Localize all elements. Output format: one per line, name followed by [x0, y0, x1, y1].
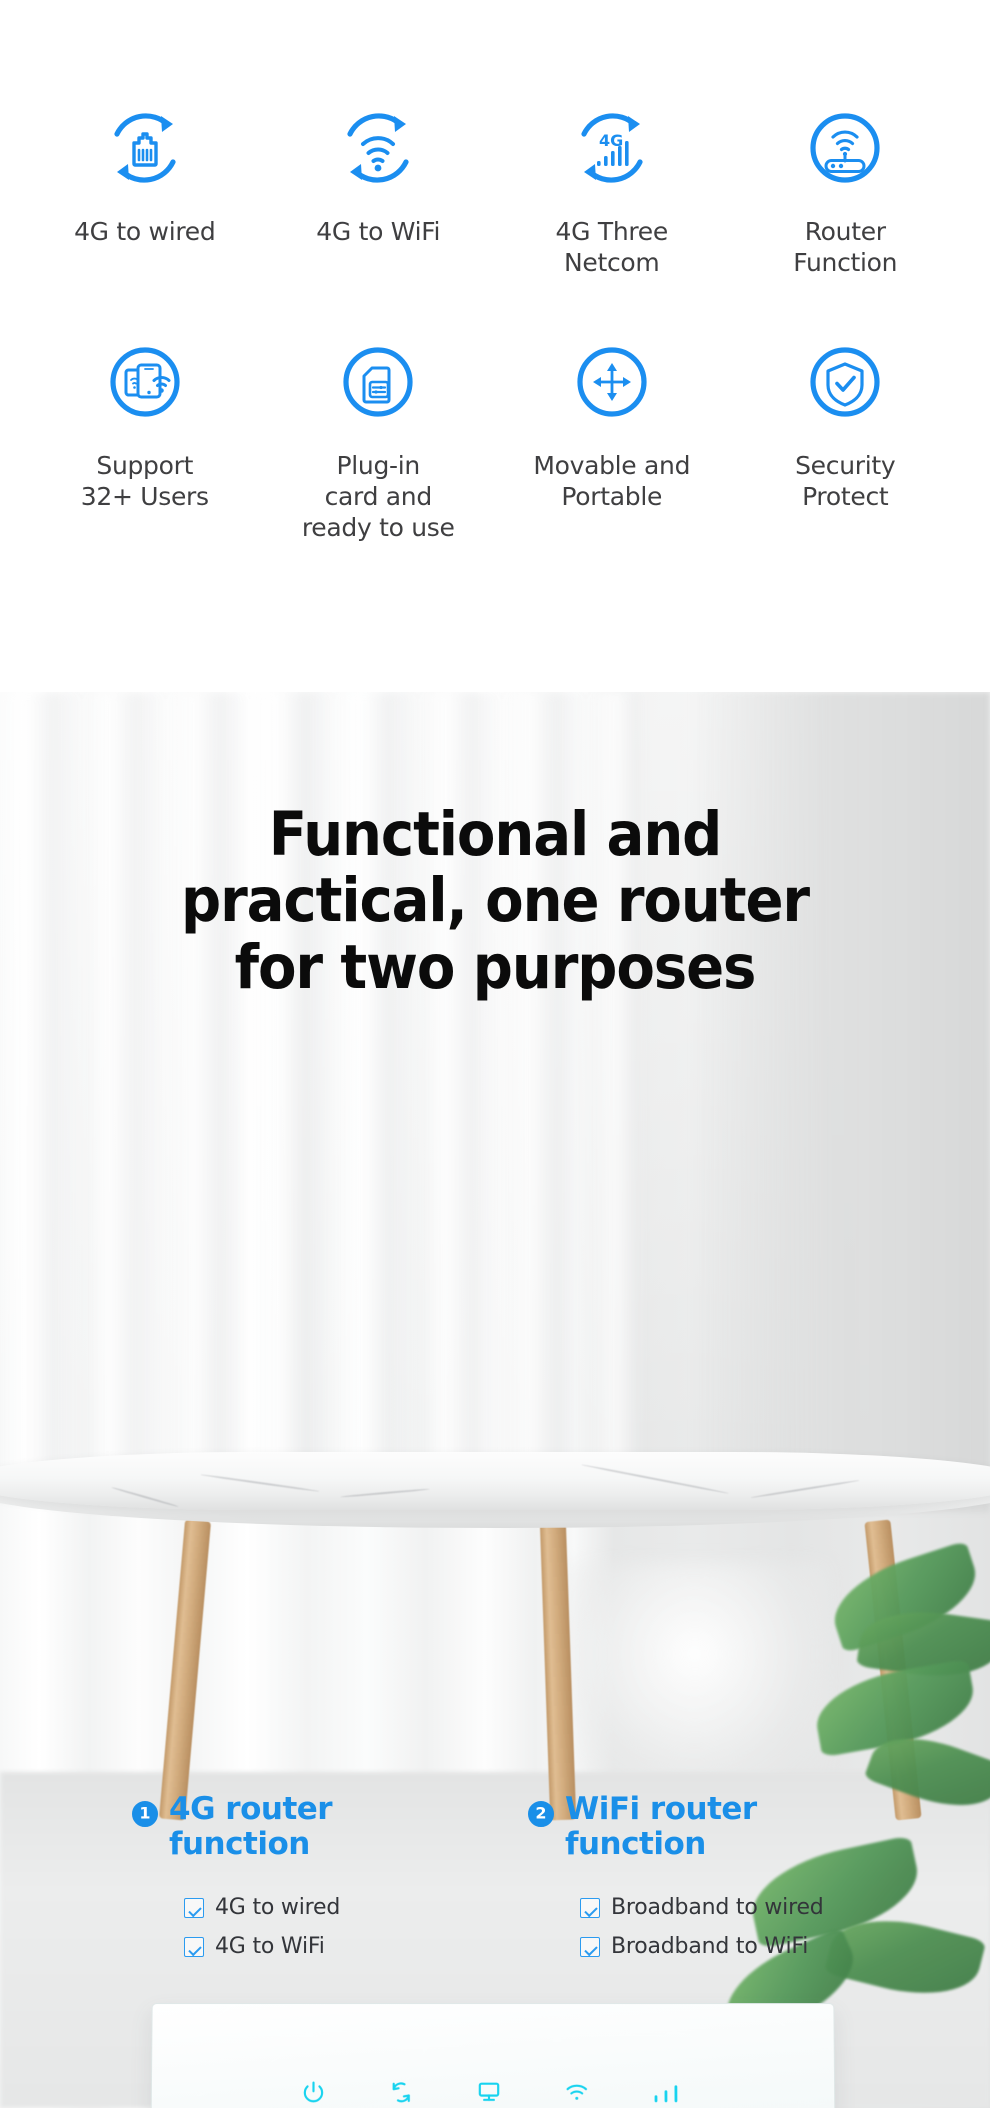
feature-item-router-function: Router Function [729, 96, 963, 278]
list-item: Broadband to wired [580, 1895, 858, 1920]
move-arrows-icon [560, 330, 664, 434]
step-number: 1 [139, 1803, 151, 1823]
feature-label: Router Function [793, 217, 898, 277]
feature-label: Movable and Portable [533, 451, 691, 511]
feature-item-4g-to-wifi: 4G to WiFi [262, 96, 496, 278]
checkbox-checked-icon [184, 1936, 204, 1957]
signal-bars-icon [652, 2079, 686, 2105]
feature-label: 4G to WiFi [316, 217, 441, 246]
feature-grid-section: 4G to wired 4G to WiFi 4G 4G Three Netco… [0, 0, 990, 692]
checkbox-checked-icon [184, 1897, 204, 1918]
feature-label: Plug-in card and ready to use [301, 451, 455, 542]
feature-item-security-protect: Security Protect [729, 330, 963, 543]
feature-label: Security Protect [795, 451, 896, 511]
headline-line: practical, one router [181, 865, 810, 937]
list-item: 4G to WiFi [184, 1934, 462, 1959]
feature-row-2: Support 32+ Users Plug-in card and ready to… [28, 330, 962, 543]
feature-item-support-users: Support 32+ Users [28, 330, 262, 543]
feature-label: 4G Three Netcom [555, 217, 669, 277]
feature-label: Support 32+ Users [80, 451, 209, 511]
feature-label: 4G to wired [74, 217, 216, 246]
feature-item-4g-to-wired: 4G to wired [28, 96, 262, 278]
step-number-badge: 2 [528, 1801, 554, 1827]
list-item-label: 4G to WiFi [215, 1934, 325, 1960]
step-number: 2 [535, 1803, 547, 1823]
list-item: 4G to wired [184, 1895, 462, 1920]
ethernet-port-refresh-icon [93, 96, 197, 200]
checkbox-checked-icon [580, 1897, 600, 1918]
led-indicator-bar [152, 2066, 834, 2106]
function-check-list: 4G to wired 4G to WiFi [132, 1895, 462, 1959]
feature-item-plug-in-card: Plug-in card and ready to use [262, 330, 496, 543]
list-item-label: 4G to wired [215, 1895, 341, 1921]
wifi-refresh-icon [326, 96, 430, 200]
function-heading: 1 4G router function [132, 1792, 462, 1861]
headline-line: Functional and [268, 799, 723, 870]
function-column-4g-router: 1 4G router function 4G to wired 4G to W… [132, 1792, 462, 1973]
page-title: Functional and practical, one router for… [40, 799, 951, 1003]
router-wifi-icon [793, 96, 897, 200]
sim-card-icon [326, 330, 430, 434]
shield-check-icon [793, 330, 897, 434]
list-item-label: Broadband to WiFi [611, 1934, 809, 1960]
headline-line: for two purposes [234, 931, 757, 1003]
4g-signal-refresh-icon: 4G [560, 96, 664, 200]
function-title: 4G router function [169, 1791, 333, 1862]
list-item: Broadband to WiFi [580, 1934, 858, 1959]
checkbox-checked-icon [580, 1936, 600, 1957]
feature-item-4g-three-netcom: 4G 4G Three Netcom [495, 96, 729, 278]
hero-photo-section: Functional and practical, one router for… [0, 692, 990, 2108]
wifi-icon [564, 2079, 590, 2105]
step-number-badge: 1 [132, 1801, 158, 1827]
list-item-label: Broadband to wired [611, 1895, 824, 1921]
feature-row-1: 4G to wired 4G to WiFi 4G 4G Three Netco… [28, 96, 962, 278]
function-check-list: Broadband to wired Broadband to WiFi [528, 1895, 858, 1959]
router-device: COMFAST [148, 2003, 838, 2108]
sync-icon [388, 2079, 414, 2105]
power-icon [300, 2079, 326, 2105]
function-columns: 1 4G router function 4G to wired 4G to W… [0, 1792, 990, 1973]
function-heading: 2 WiFi router function [528, 1792, 858, 1861]
lan-monitor-icon [476, 2079, 502, 2105]
feature-item-movable-portable: Movable and Portable [495, 330, 729, 543]
function-title: WiFi router function [565, 1791, 757, 1862]
multi-device-wifi-icon [93, 330, 197, 434]
marble-table-top [0, 1452, 990, 1510]
function-column-wifi-router: 2 WiFi router function Broadband to wire… [528, 1792, 858, 1973]
